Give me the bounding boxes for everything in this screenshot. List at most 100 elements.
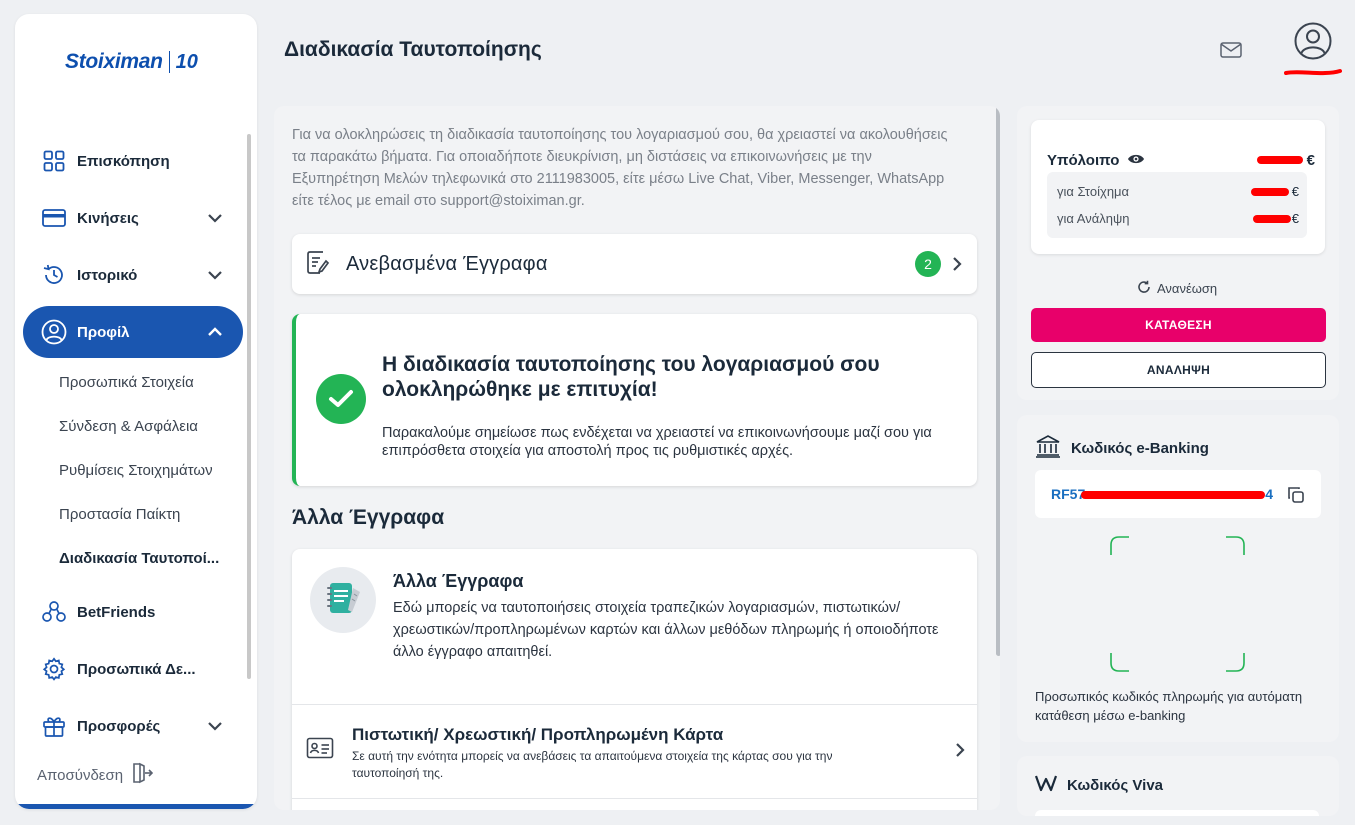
sidebar-item-overview[interactable]: Επισκόπηση [23,135,243,187]
ebanking-code-suffix: 4 [1265,486,1274,502]
sidebar-item-transactions[interactable]: Κινήσεις [23,192,243,244]
ebanking-code-prefix: RF57 [1051,486,1086,502]
username-redaction [1284,64,1342,76]
ebanking-code-redaction [1081,490,1266,500]
sidebar-item-label: Προσφορές [77,717,161,735]
logo[interactable]: Stoiximan 10 [65,50,198,74]
success-title: Η διαδικασία ταυτοποίησης του λογαριασμο… [382,353,880,401]
sidebar-subitem-login-security[interactable]: Σύνδεση & Ασφάλεια [59,418,198,435]
logout-label: Αποσύνδεση [37,766,124,784]
history-icon [41,262,67,288]
card-icon [41,205,67,231]
mail-icon[interactable] [1218,40,1244,60]
gear-icon [41,656,67,682]
card-document-title: Πιστωτική/ Χρεωστική/ Προπληρωμένη Κάρτα [352,725,724,744]
balance-label-text: Υπόλοιπο [1047,152,1120,169]
balance-label: Υπόλοιπο [1047,152,1145,169]
sidebar-scrollbar[interactable] [247,134,251,679]
ebanking-title: Κωδικός e-Banking [1035,434,1209,462]
logout-button[interactable]: Αποσύνδεση [37,762,154,788]
intro-text: Για να ολοκληρώσεις τη διαδικασία ταυτοπ… [292,127,948,209]
viva-panel: Κωδικός Viva [1017,756,1339,816]
balance-currency: € [1306,152,1315,169]
sidebar-item-label: Ιστορικό [77,266,138,284]
bet-balance-label: για Στοίχημα [1057,184,1130,199]
document-edit-icon [306,249,330,280]
bet-balance-value: € [1251,184,1299,199]
id-card-icon [306,737,334,759]
logo-text: Stoiximan [65,50,163,73]
bank-icon [1035,434,1061,462]
main-content: Για να ολοκληρώσεις τη διαδικασία ταυτοπ… [274,106,1000,810]
chevron-right-icon [952,742,968,758]
logo-separator [168,51,170,73]
chevron-down-icon[interactable] [205,265,225,285]
sidebar-subitem-betting-settings[interactable]: Ρυθμίσεις Στοιχημάτων [59,462,213,479]
logout-icon [131,762,154,788]
sidebar-subitem-player-protection[interactable]: Προστασία Παίκτη [59,506,180,523]
sidebar-item-offers[interactable]: Προσφορές [23,700,243,752]
sidebar-subitem-personal-info[interactable]: Προσωπικά Στοιχεία [59,374,194,391]
success-text: Παρακαλούμε σημείωσε πως ενδέχεται να χρ… [382,425,932,459]
card-document-row[interactable]: Πιστωτική/ Χρεωστική/ Προπληρωμένη Κάρτα… [292,705,977,798]
logo-anniversary: 10 [175,50,198,73]
sidebar: Stoiximan 10 Επισκόπηση Κινήσεις Ιστορικ… [15,14,257,809]
sidebar-item-label: Προσωπικά Δε... [77,660,196,678]
sidebar-item-profile[interactable]: Προφίλ [23,306,243,358]
balance-amount: € [1257,152,1315,169]
viva-title: Κωδικός Viva [1034,774,1164,796]
withdraw-balance-value: € [1253,211,1299,226]
withdraw-button[interactable]: ΑΝΑΛΗΨΗ [1031,352,1326,388]
balance-breakdown: για Στοίχημα € για Ανάληψη € [1047,172,1307,238]
balance-panel: Υπόλοιπο € για Στοίχημα € για Ανάληψη € [1017,106,1339,400]
bet-balance-redaction [1251,188,1289,196]
grid-icon [41,148,67,174]
other-documents-section-title: Άλλα Έγγραφα [292,506,445,529]
sidebar-item-personal-data[interactable]: Προσωπικά Δε... [23,643,243,695]
notebook-icon [310,567,376,633]
ebanking-description: Προσωπικός κωδικός πληρωμής για αυτόματη… [1035,689,1303,723]
chevron-right-icon [949,256,965,272]
other-documents-text: Εδώ μπορείς να ταυτοποιήσεις στοιχεία τρ… [393,600,939,660]
page-title: Διαδικασία Ταυτοποίησης [284,38,542,61]
sidebar-item-betfriends[interactable]: BetFriends [23,586,243,638]
refresh-label: Ανανέωση [1157,281,1218,296]
uploaded-documents-title: Ανεβασμένα Έγγραφα [346,252,548,275]
copy-icon[interactable] [1287,486,1305,504]
redaction-mark [1081,491,1266,500]
gift-icon [41,713,67,739]
eye-icon[interactable] [1127,152,1145,169]
verification-success-card: Η διαδικασία ταυτοποίησης του λογαριασμο… [292,314,977,486]
sidebar-item-label: BetFriends [77,603,156,621]
withdraw-balance-currency: € [1291,211,1299,226]
chevron-down-icon[interactable] [205,716,225,736]
user-account-icon[interactable] [1293,21,1333,61]
balance-card: Υπόλοιπο € για Στοίχημα € για Ανάληψη € [1031,120,1325,254]
chevron-up-icon[interactable] [205,322,225,342]
withdraw-balance-label: για Ανάληψη [1057,211,1130,226]
viva-code-field[interactable] [1035,810,1319,816]
other-documents-title: Άλλα Έγγραφα [393,571,524,591]
deposit-button[interactable]: ΚΑΤΑΘΕΣΗ [1031,308,1326,342]
sidebar-subitem-verification[interactable]: Διαδικασία Ταυτοποί... [59,550,219,567]
user-circle-icon [41,319,67,345]
ebanking-title-text: Κωδικός e-Banking [1071,439,1209,457]
ebanking-code: RF57 4 [1051,486,1273,502]
sidebar-item-label: Προφίλ [77,323,130,341]
chevron-down-icon[interactable] [205,208,225,228]
main-scrollbar[interactable] [996,106,1000,656]
bet-balance-currency: € [1291,184,1299,199]
sidebar-item-history[interactable]: Ιστορικό [23,249,243,301]
viva-icon [1034,774,1058,796]
sidebar-item-label: Κινήσεις [77,209,139,227]
sidebar-bottom-accent [15,804,257,809]
qr-code-frame [1109,535,1246,673]
divider [292,798,977,799]
other-documents-card: Άλλα Έγγραφα Εδώ μπορείς να ταυτοποιήσει… [292,549,977,810]
refresh-button[interactable]: Ανανέωση [1137,280,1217,297]
refresh-icon [1137,280,1151,297]
ebanking-code-field[interactable]: RF57 4 [1035,470,1321,518]
viva-title-text: Κωδικός Viva [1067,776,1164,794]
card-document-text: Σε αυτή την ενότητα μπορείς να ανεβάσεις… [352,749,833,780]
uploaded-documents-row[interactable]: Ανεβασμένα Έγγραφα 2 [292,234,977,294]
